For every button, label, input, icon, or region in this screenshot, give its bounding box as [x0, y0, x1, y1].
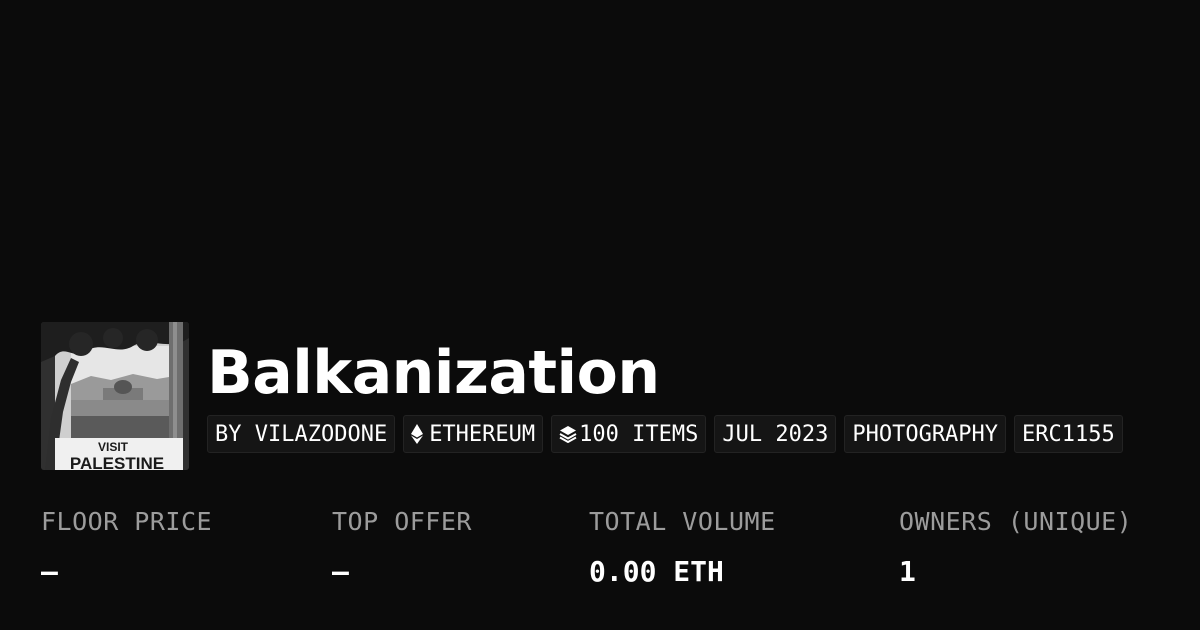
- date-tag: JUL 2023: [714, 415, 837, 453]
- owners-value: 1: [899, 555, 916, 588]
- chain-tag-label: ETHEREUM: [429, 421, 536, 447]
- owners-stat: OWNERS (UNIQUE) 1: [899, 505, 1132, 589]
- creator-tag[interactable]: BY VILAZODONE: [207, 415, 396, 453]
- date-tag-label: JUL 2023: [722, 421, 829, 447]
- collection-tags: BY VILAZODONE ETHEREUM 100 ITEMS JUL 202…: [207, 415, 1123, 453]
- total-volume-value: 0.00 ETH: [589, 555, 724, 588]
- items-tag[interactable]: 100 ITEMS: [551, 415, 707, 453]
- collection-title: Balkanization: [207, 338, 660, 408]
- collection-thumbnail: VISIT PALESTINE: [41, 322, 189, 470]
- owners-label: OWNERS (UNIQUE): [899, 507, 1133, 536]
- layers-icon: [559, 425, 577, 443]
- thumbnail-caption-palestine: PALESTINE: [70, 454, 164, 470]
- standard-tag: ERC1155: [1014, 415, 1123, 453]
- items-tag-label: 100 ITEMS: [579, 421, 699, 447]
- category-tag-label: PHOTOGRAPHY: [852, 421, 999, 447]
- floor-price-stat: FLOOR PRICE —: [41, 505, 212, 589]
- category-tag[interactable]: PHOTOGRAPHY: [844, 415, 1007, 453]
- total-volume-label: TOTAL VOLUME: [589, 507, 776, 536]
- chain-tag[interactable]: ETHEREUM: [403, 415, 544, 453]
- floor-price-value: —: [41, 555, 58, 588]
- floor-price-label: FLOOR PRICE: [41, 507, 213, 536]
- thumbnail-caption-visit: VISIT: [98, 440, 129, 454]
- standard-tag-label: ERC1155: [1022, 421, 1115, 447]
- ethereum-icon: [411, 424, 424, 444]
- creator-tag-label: BY VILAZODONE: [215, 421, 388, 447]
- top-offer-stat: TOP OFFER —: [332, 505, 472, 589]
- top-offer-value: —: [332, 555, 349, 588]
- top-offer-label: TOP OFFER: [332, 507, 472, 536]
- total-volume-stat: TOTAL VOLUME 0.00 ETH: [589, 505, 776, 589]
